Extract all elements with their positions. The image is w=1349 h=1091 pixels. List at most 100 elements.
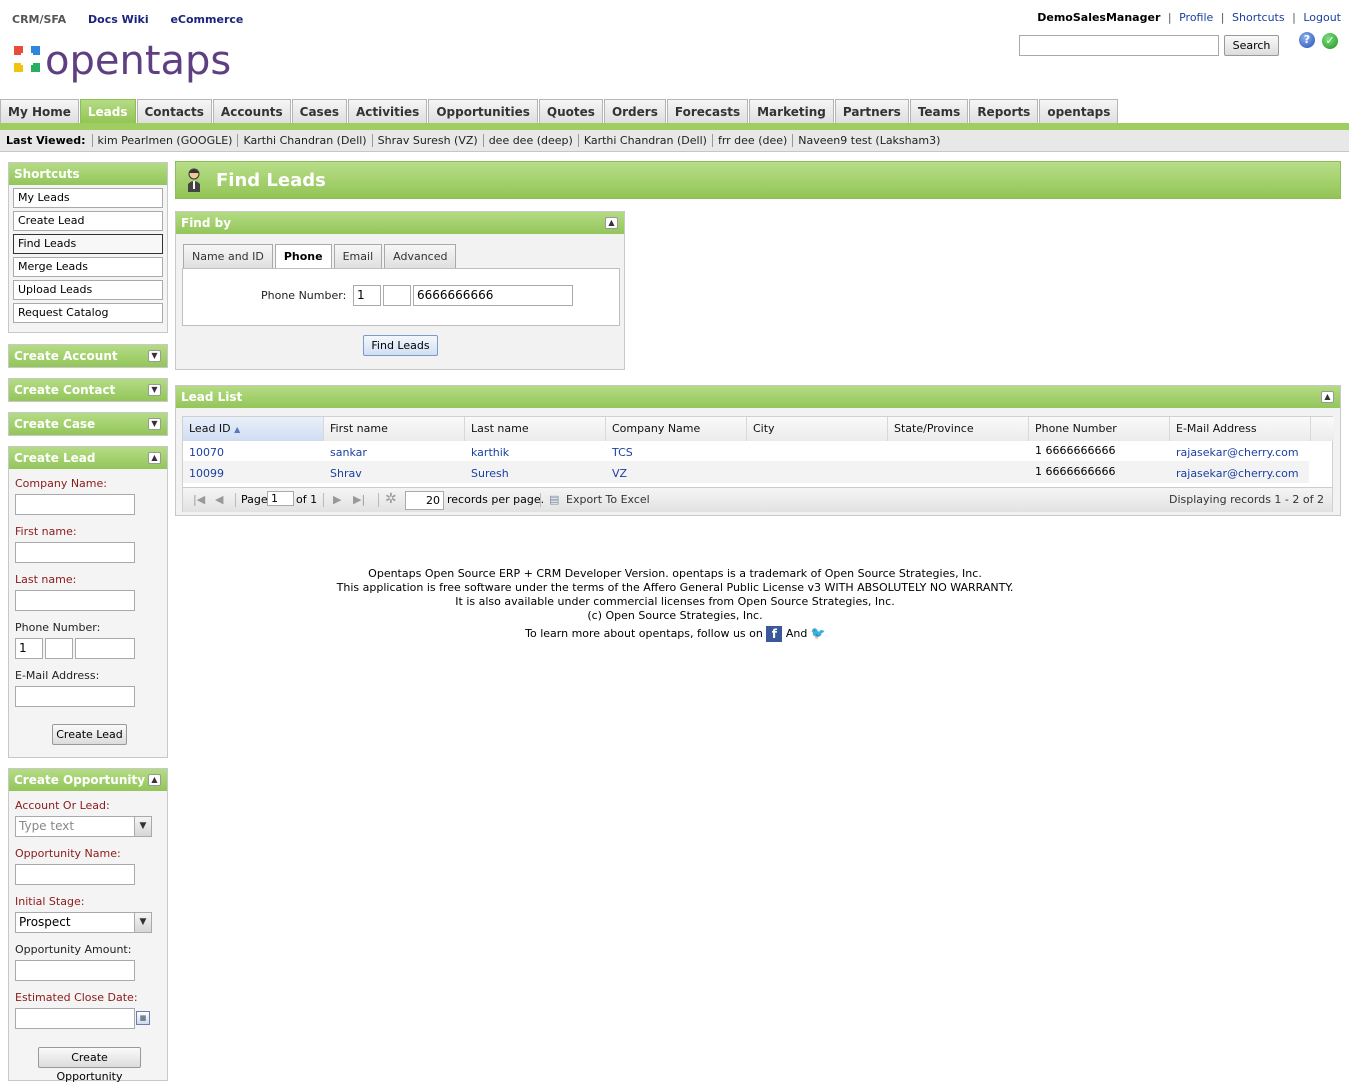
collapse-icon[interactable]: ▲ xyxy=(1321,391,1334,403)
last-viewed-item[interactable]: Karthi Chandran (Dell) xyxy=(577,134,712,147)
phone-number-field[interactable] xyxy=(75,638,135,659)
cell-email[interactable]: rajasekar@cherry.com xyxy=(1170,467,1299,480)
cell-first-name[interactable]: sankar xyxy=(324,446,367,459)
refresh-icon[interactable]: ✲ xyxy=(385,491,397,507)
search-input[interactable] xyxy=(1019,35,1219,56)
logout-link[interactable]: Logout xyxy=(1303,11,1341,24)
export-to-excel-button[interactable]: Export To Excel xyxy=(566,493,650,506)
tab-opportunities[interactable]: Opportunities xyxy=(428,99,538,124)
tab-contacts[interactable]: Contacts xyxy=(136,99,212,124)
column-header-email[interactable]: E-Mail Address xyxy=(1170,417,1311,441)
tab-email[interactable]: Email xyxy=(333,244,383,268)
opentaps-logo[interactable]: opentaps xyxy=(12,36,252,86)
last-viewed-item[interactable]: Naveen9 test (Laksham3) xyxy=(792,134,945,147)
expand-icon[interactable]: ▼ xyxy=(148,384,161,396)
prev-page-icon[interactable]: ◀ xyxy=(215,493,223,506)
twitter-icon[interactable]: 🐦 xyxy=(811,626,826,640)
last-page-icon[interactable]: ▶| xyxy=(353,493,365,506)
shortcut-merge-leads[interactable]: Merge Leads xyxy=(13,257,163,277)
last-viewed-item[interactable]: kim Pearlmen (GOOGLE) xyxy=(91,134,238,147)
collapse-icon[interactable]: ▲ xyxy=(148,774,161,786)
collapse-icon[interactable]: ▲ xyxy=(148,452,161,464)
tab-opentaps[interactable]: opentaps xyxy=(1039,99,1119,124)
tab-partners[interactable]: Partners xyxy=(834,99,909,124)
tab-teams[interactable]: Teams xyxy=(909,99,969,124)
nav-ecommerce[interactable]: eCommerce xyxy=(170,13,243,26)
shortcut-upload-leads[interactable]: Upload Leads xyxy=(13,280,163,300)
create-opportunity-button[interactable]: Create Opportunity xyxy=(38,1047,141,1083)
calendar-icon[interactable]: ▦ xyxy=(136,1011,150,1025)
tab-forecasts[interactable]: Forecasts xyxy=(666,99,749,124)
last-viewed-item[interactable]: Shrav Suresh (VZ) xyxy=(371,134,483,147)
profile-link[interactable]: Profile xyxy=(1179,11,1213,24)
shortcut-my-leads[interactable]: My Leads xyxy=(13,188,163,208)
tab-phone[interactable]: Phone xyxy=(274,244,332,268)
tab-quotes[interactable]: Quotes xyxy=(538,99,603,124)
area-code-field[interactable] xyxy=(383,285,411,306)
cell-email[interactable]: rajasekar@cherry.com xyxy=(1170,446,1299,459)
opportunity-name-field[interactable] xyxy=(15,864,135,885)
create-lead-header[interactable]: Create Lead ▲ xyxy=(9,447,167,469)
export-excel-icon[interactable]: ▤ xyxy=(549,493,559,506)
tab-my-home[interactable]: My Home xyxy=(0,99,79,124)
shortcut-find-leads[interactable]: Find Leads xyxy=(13,234,163,254)
phone-area-field[interactable] xyxy=(45,638,73,659)
tab-name-and-id[interactable]: Name and ID xyxy=(183,244,273,268)
country-code-field[interactable]: 1 xyxy=(353,285,381,306)
chevron-down-icon[interactable]: ▼ xyxy=(134,913,151,932)
expand-icon[interactable]: ▼ xyxy=(148,350,161,362)
chevron-down-icon[interactable]: ▼ xyxy=(134,817,151,836)
cell-last-name[interactable]: Suresh xyxy=(465,467,509,480)
tab-leads[interactable]: Leads xyxy=(79,99,136,124)
first-name-field[interactable] xyxy=(15,542,135,563)
last-name-field[interactable] xyxy=(15,590,135,611)
phone-number-field[interactable]: 6666666666 xyxy=(413,285,573,306)
tab-advanced[interactable]: Advanced xyxy=(384,244,457,268)
records-per-page-input[interactable]: 20 xyxy=(405,491,444,510)
nav-docs-wiki[interactable]: Docs Wiki xyxy=(88,13,149,26)
create-contact-header[interactable]: Create Contact ▼ xyxy=(9,379,167,401)
check-icon[interactable]: ✓ xyxy=(1322,33,1338,49)
facebook-icon[interactable]: f xyxy=(766,626,783,642)
tab-reports[interactable]: Reports xyxy=(969,99,1039,124)
email-field[interactable] xyxy=(15,686,135,707)
tab-activities[interactable]: Activities xyxy=(347,99,428,124)
cell-first-name[interactable]: Shrav xyxy=(324,467,362,480)
create-account-header[interactable]: Create Account ▼ xyxy=(9,345,167,367)
column-header-state[interactable]: State/Province xyxy=(888,417,1029,441)
opportunity-amount-field[interactable] xyxy=(15,960,135,981)
collapse-icon[interactable]: ▲ xyxy=(605,217,618,229)
column-header-company-name[interactable]: Company Name xyxy=(606,417,747,441)
create-lead-button[interactable]: Create Lead xyxy=(52,724,127,745)
create-case-header[interactable]: Create Case ▼ xyxy=(9,413,167,435)
column-header-lead-id[interactable]: Lead ID ▲ xyxy=(183,417,324,441)
phone-country-field[interactable]: 1 xyxy=(15,638,43,659)
shortcut-create-lead[interactable]: Create Lead xyxy=(13,211,163,231)
column-header-first-name[interactable]: First name xyxy=(324,417,465,441)
first-page-icon[interactable]: |◀ xyxy=(193,493,205,506)
column-header-last-name[interactable]: Last name xyxy=(465,417,606,441)
cell-lead-id[interactable]: 10070 xyxy=(183,446,224,459)
cell-company[interactable]: TCS xyxy=(606,446,633,459)
last-viewed-item[interactable]: Karthi Chandran (Dell) xyxy=(237,134,371,147)
shortcut-request-catalog[interactable]: Request Catalog xyxy=(13,303,163,323)
last-viewed-item[interactable]: frr dee (dee) xyxy=(711,134,792,147)
cell-lead-id[interactable]: 10099 xyxy=(183,467,224,480)
column-header-phone[interactable]: Phone Number xyxy=(1029,417,1170,441)
tab-orders[interactable]: Orders xyxy=(603,99,666,124)
tab-accounts[interactable]: Accounts xyxy=(212,99,291,124)
account-or-lead-combo[interactable]: Type text ▼ xyxy=(15,816,152,837)
next-page-icon[interactable]: ▶ xyxy=(333,493,341,506)
cell-last-name[interactable]: karthik xyxy=(465,446,509,459)
initial-stage-select[interactable]: Prospect ▼ xyxy=(15,912,152,933)
column-header-city[interactable]: City xyxy=(747,417,888,441)
last-viewed-item[interactable]: dee dee (deep) xyxy=(482,134,578,147)
expand-icon[interactable]: ▼ xyxy=(148,418,161,430)
tab-marketing[interactable]: Marketing xyxy=(749,99,834,124)
help-icon[interactable]: ? xyxy=(1299,32,1315,48)
page-number-input[interactable]: 1 xyxy=(267,491,294,506)
shortcuts-link[interactable]: Shortcuts xyxy=(1232,11,1285,24)
create-opportunity-header[interactable]: Create Opportunity ▲ xyxy=(9,769,167,791)
search-button[interactable]: Search xyxy=(1224,35,1279,56)
nav-crm-sfa[interactable]: CRM/SFA xyxy=(12,13,66,26)
